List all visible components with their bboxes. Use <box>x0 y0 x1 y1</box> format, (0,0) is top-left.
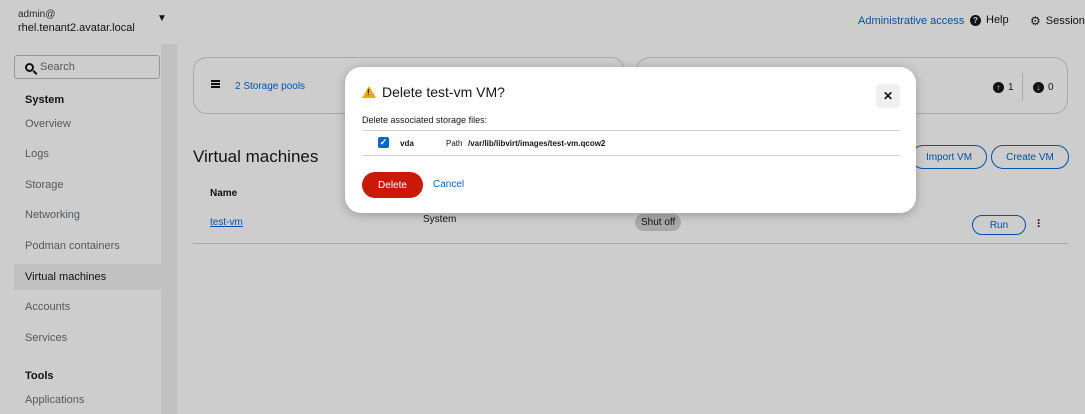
disk-path-label: Path <box>446 139 463 148</box>
disk-name: vda <box>400 139 414 148</box>
delete-disk-checkbox[interactable]: ✓ <box>378 137 389 148</box>
close-button[interactable]: ✕ <box>876 84 900 108</box>
dialog-title: Delete test-vm VM? <box>362 84 505 100</box>
delete-vm-dialog: Delete test-vm VM? ✕ Delete associated s… <box>345 67 916 213</box>
dialog-subtitle: Delete associated storage files: <box>362 115 488 125</box>
delete-button[interactable]: Delete <box>362 172 423 198</box>
warning-icon <box>362 86 376 98</box>
divider <box>362 155 900 156</box>
disk-path-value: /var/lib/libvirt/images/test-vm.qcow2 <box>468 139 606 148</box>
divider <box>362 130 900 131</box>
dialog-title-text: Delete test-vm VM? <box>382 84 505 100</box>
cancel-button[interactable]: Cancel <box>433 179 464 190</box>
